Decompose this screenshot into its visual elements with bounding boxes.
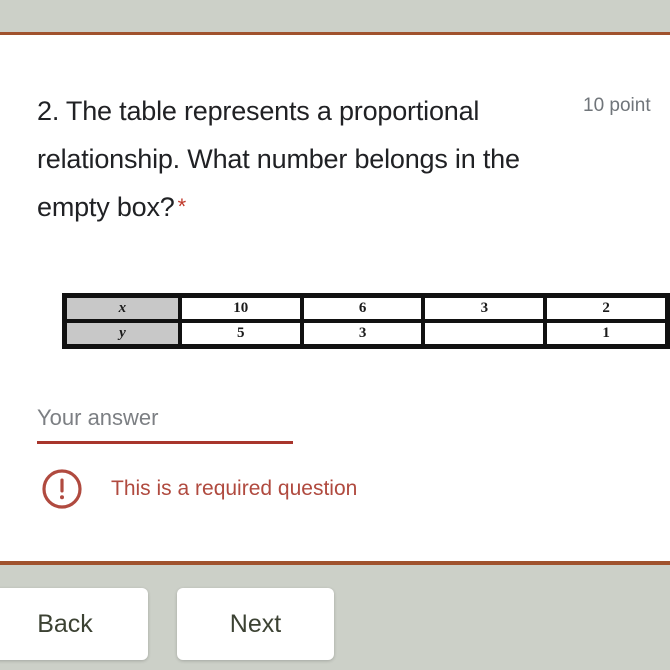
back-button[interactable]: Back: [0, 588, 148, 660]
row-header-y: y: [65, 321, 180, 346]
error-message: This is a required question: [111, 477, 358, 500]
row-header-x: x: [65, 296, 180, 321]
navigation-bar: Back Next: [0, 565, 670, 670]
cell-y-2-empty: [423, 321, 546, 346]
table-row: x 10 6 3 2: [65, 296, 667, 321]
error-exclamation-icon: [42, 469, 82, 509]
cell-x-2: 3: [423, 296, 546, 321]
required-error-row: This is a required question: [40, 467, 357, 511]
required-asterisk: *: [177, 194, 187, 219]
answer-underline: [37, 441, 293, 444]
question-title: 2. The table represents a proportional r…: [37, 87, 567, 231]
cell-y-3: 1: [545, 321, 667, 346]
question-card: 2. The table represents a proportional r…: [0, 35, 670, 561]
question-title-text: 2. The table represents a proportional r…: [37, 96, 520, 222]
cell-x-3: 2: [545, 296, 667, 321]
cell-x-1: 6: [301, 296, 424, 321]
answer-field-wrapper: [37, 405, 293, 444]
top-background-strip: [0, 0, 670, 32]
cell-y-0: 5: [179, 321, 302, 346]
points-label: 10 point: [583, 95, 651, 116]
table-row: y 5 3 1: [65, 321, 667, 346]
answer-input[interactable]: [37, 405, 293, 441]
next-button[interactable]: Next: [177, 588, 334, 660]
cell-y-1: 3: [301, 321, 424, 346]
form-page: 2. The table represents a proportional r…: [0, 0, 670, 670]
data-table: x 10 6 3 2 y 5 3 1: [62, 293, 670, 349]
cell-x-0: 10: [179, 296, 302, 321]
proportional-relationship-table: x 10 6 3 2 y 5 3 1: [62, 293, 670, 349]
